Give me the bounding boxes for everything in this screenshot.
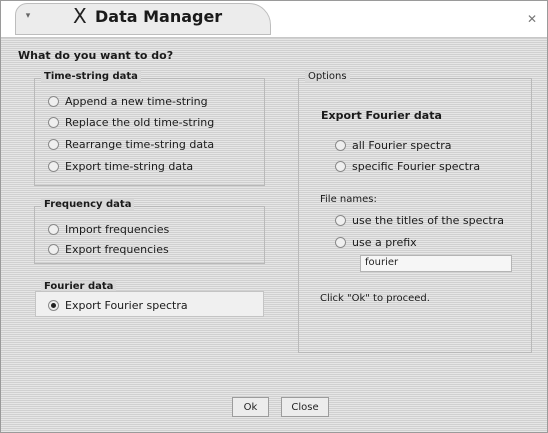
file-names-label: File names: xyxy=(320,194,377,205)
options-header: Export Fourier data xyxy=(321,109,442,122)
radio-replace-time-string[interactable]: Replace the old time-string xyxy=(48,114,214,130)
radio-button[interactable] xyxy=(48,116,59,128)
time-string-title: Time-string data xyxy=(41,71,141,82)
radio-label: use a prefix xyxy=(352,235,417,249)
data-manager-window: ▾ X Data Manager ✕ What do you want to d… xyxy=(0,0,548,433)
radio-label: Append a new time-string xyxy=(65,94,208,108)
radio-import-frequencies[interactable]: Import frequencies xyxy=(48,221,169,237)
prompt-label: What do you want to do? xyxy=(18,49,174,62)
radio-rearrange-time-string[interactable]: Rearrange time-string data xyxy=(48,136,214,152)
radio-label: Export time-string data xyxy=(65,159,194,173)
proceed-hint: Click "Ok" to proceed. xyxy=(320,293,430,304)
frequency-title: Frequency data xyxy=(41,199,135,210)
ok-button[interactable]: Ok xyxy=(232,397,269,417)
radio-button[interactable] xyxy=(48,243,59,255)
radio-all-fourier-spectra[interactable]: all Fourier spectra xyxy=(335,137,451,153)
options-title: Options xyxy=(305,71,350,82)
radio-label: Replace the old time-string xyxy=(65,115,215,129)
radio-button-checked[interactable] xyxy=(48,299,59,311)
radio-use-prefix[interactable]: use a prefix xyxy=(335,234,417,250)
radio-button[interactable] xyxy=(335,236,346,248)
radio-button[interactable] xyxy=(48,223,59,235)
radio-label: use the titles of the spectra xyxy=(352,213,505,227)
close-window-icon[interactable]: ✕ xyxy=(525,12,539,26)
window-title: Data Manager xyxy=(95,7,223,26)
prefix-input[interactable]: fourier xyxy=(360,255,512,272)
radio-export-frequencies[interactable]: Export frequencies xyxy=(48,241,169,257)
radio-label: specific Fourier spectra xyxy=(352,159,481,173)
radio-export-fourier-spectra[interactable]: Export Fourier spectra xyxy=(48,297,188,313)
radio-label: all Fourier spectra xyxy=(352,138,452,152)
radio-label: Rearrange time-string data xyxy=(65,137,215,151)
radio-use-spectra-titles[interactable]: use the titles of the spectra xyxy=(335,212,504,228)
radio-button[interactable] xyxy=(48,160,59,172)
window-menu-icon[interactable]: ▾ xyxy=(21,10,35,22)
radio-button[interactable] xyxy=(48,95,59,107)
radio-label: Export Fourier spectra xyxy=(65,298,188,312)
radio-append-time-string[interactable]: Append a new time-string xyxy=(48,93,208,109)
radio-label: Export frequencies xyxy=(65,242,169,256)
title-bar: ▾ X Data Manager ✕ xyxy=(1,1,547,38)
radio-button[interactable] xyxy=(335,214,346,226)
radio-button[interactable] xyxy=(335,160,346,172)
radio-export-time-string[interactable]: Export time-string data xyxy=(48,158,193,174)
radio-button[interactable] xyxy=(48,138,59,150)
close-button[interactable]: Close xyxy=(281,397,329,417)
radio-label: Import frequencies xyxy=(65,222,170,236)
radio-button[interactable] xyxy=(335,139,346,151)
radio-specific-fourier-spectra[interactable]: specific Fourier spectra xyxy=(335,158,480,174)
x11-logo-icon: X xyxy=(73,4,87,28)
